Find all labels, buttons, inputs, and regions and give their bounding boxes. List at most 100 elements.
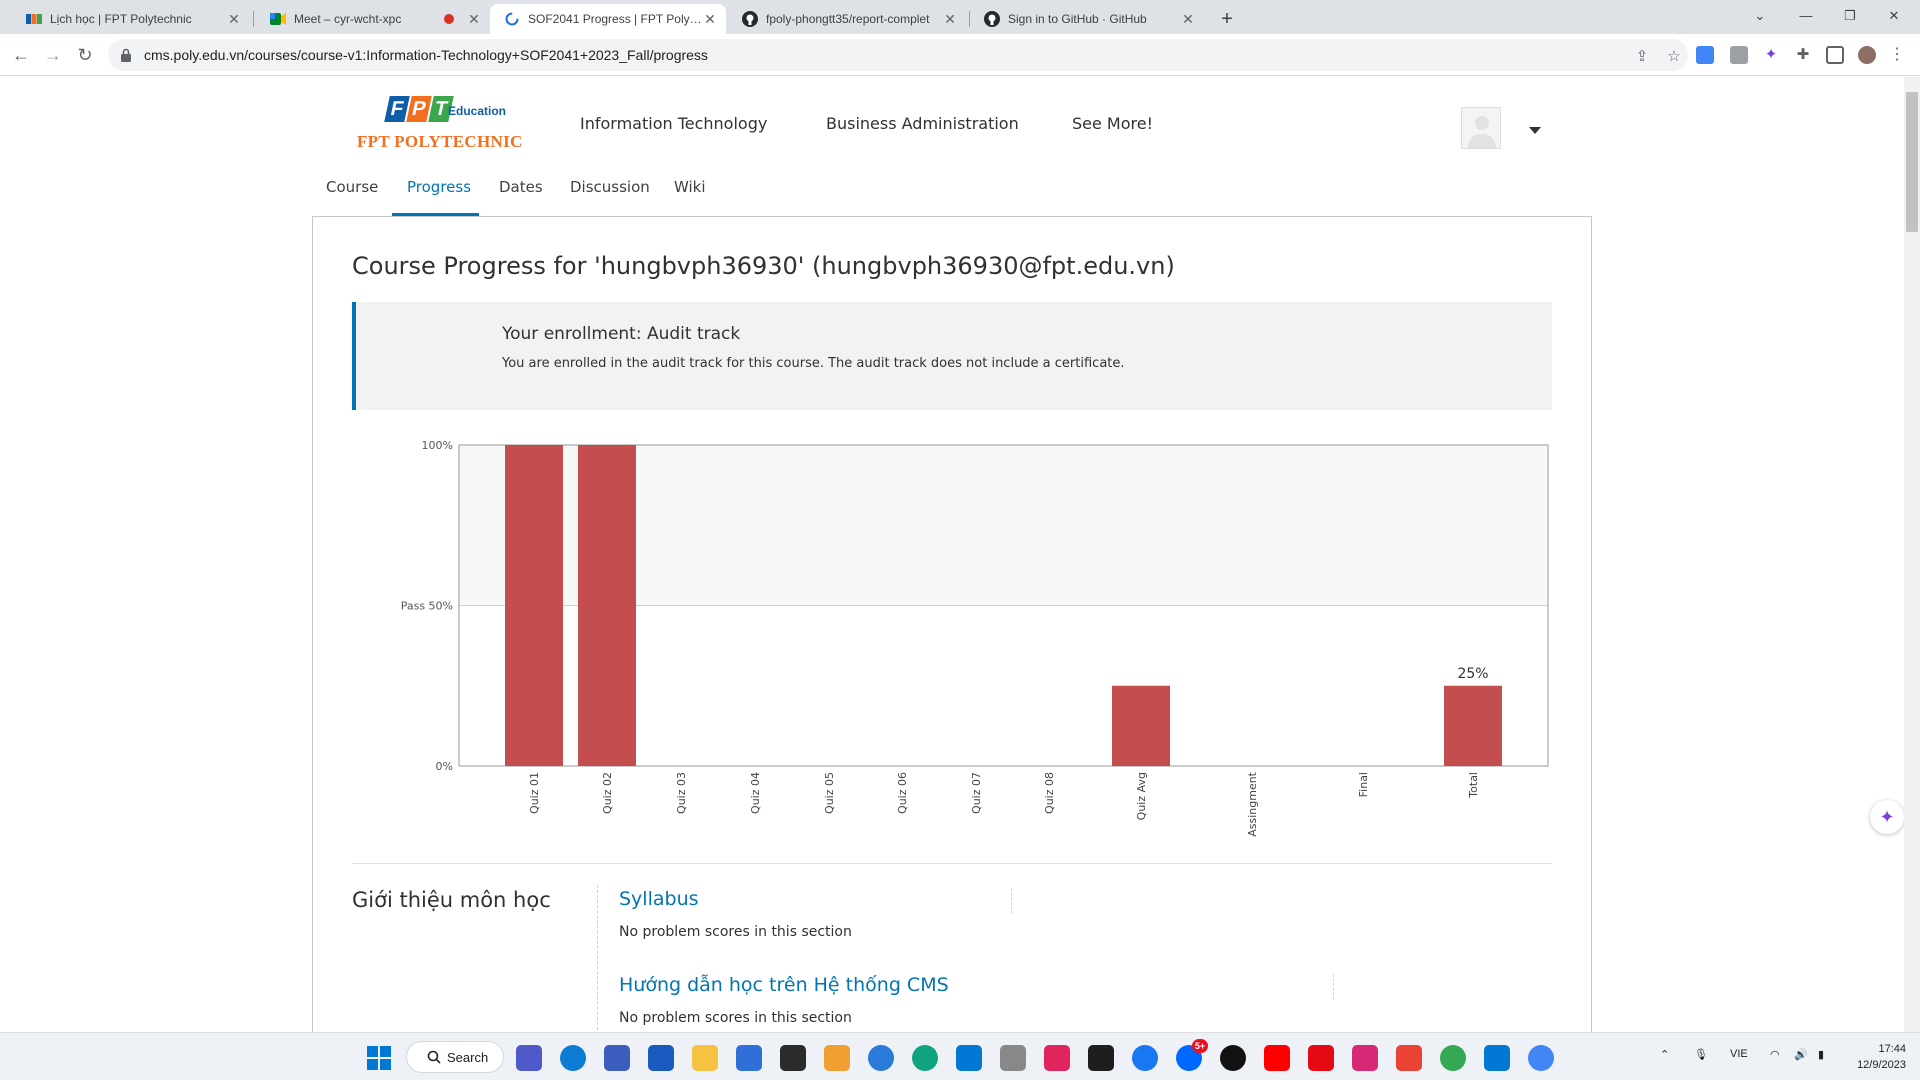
- chrome-icon[interactable]: [1528, 1045, 1554, 1071]
- ai-assistant-sparkle-icon[interactable]: ✦: [1870, 800, 1904, 834]
- fpt-polytechnic-logo[interactable]: F P T Education FPT POLYTECHNIC: [355, 92, 530, 156]
- clock-time: 17:44: [1878, 1043, 1906, 1055]
- screen-icon[interactable]: [1484, 1045, 1510, 1071]
- close-tab-icon[interactable]: ✕: [466, 11, 482, 28]
- github-icon: [742, 11, 758, 27]
- vscode-icon[interactable]: [956, 1045, 982, 1071]
- tab-title: Sign in to GitHub · GitHub: [1008, 12, 1147, 26]
- y-tick-label: 100%: [422, 439, 453, 452]
- puzzle-extensions-icon[interactable]: ✚: [1794, 46, 1812, 64]
- clock-date: 12/9/2023: [1857, 1059, 1906, 1071]
- tab-discussion[interactable]: Discussion: [570, 178, 650, 196]
- youtube-icon[interactable]: [1264, 1045, 1290, 1071]
- side-panel-icon[interactable]: [1826, 46, 1844, 64]
- lock-icon[interactable]: [120, 48, 134, 62]
- section-separator: [597, 885, 598, 1035]
- browser-tab[interactable]: Lịch học | FPT Polytechnic ✕: [12, 4, 250, 34]
- star-app-icon[interactable]: [1044, 1045, 1070, 1071]
- wifi-icon[interactable]: ◠: [1770, 1048, 1780, 1061]
- input-language[interactable]: VIE: [1730, 1048, 1748, 1060]
- logo-education-text: Education: [448, 104, 507, 118]
- user-avatar[interactable]: [1461, 107, 1501, 149]
- nav-business-administration[interactable]: Business Administration: [826, 114, 1019, 133]
- user-menu-caret-icon[interactable]: [1529, 127, 1541, 134]
- nav-information-technology[interactable]: Information Technology: [580, 114, 767, 133]
- loading-spinner-icon: [504, 11, 520, 27]
- reload-icon[interactable]: ↻: [72, 42, 98, 68]
- scrollbar-thumb[interactable]: [1906, 92, 1918, 232]
- microphone-icon[interactable]: 🎙: [1694, 1048, 1708, 1061]
- bar: [1444, 685, 1502, 766]
- close-tab-icon[interactable]: ✕: [226, 11, 242, 28]
- photos-icon[interactable]: [824, 1045, 850, 1071]
- tab-course[interactable]: Course: [326, 178, 378, 196]
- close-tab-icon[interactable]: ✕: [1180, 11, 1196, 28]
- subsection-note: No problem scores in this section: [619, 1010, 852, 1026]
- ai-sparkle-extension-icon[interactable]: ✦: [1762, 46, 1780, 64]
- subsection-link-cms-guide[interactable]: Hướng dẫn học trên Hệ thống CMS: [619, 974, 949, 996]
- enrollment-notice: Your enrollment: Audit track You are enr…: [352, 302, 1552, 410]
- tiktok-icon[interactable]: [1220, 1045, 1246, 1071]
- minimize-icon[interactable]: —: [1786, 4, 1826, 28]
- chrome-profile-icon[interactable]: [1440, 1045, 1466, 1071]
- battery-icon[interactable]: ▮: [1818, 1048, 1824, 1061]
- figma-icon[interactable]: [1088, 1045, 1114, 1071]
- translate-extension-icon[interactable]: [1696, 46, 1714, 64]
- file-explorer-icon[interactable]: [692, 1045, 718, 1071]
- close-tab-icon[interactable]: ✕: [702, 11, 718, 28]
- nav-see-more[interactable]: See More!: [1072, 114, 1153, 133]
- subsection-link-syllabus[interactable]: Syllabus: [619, 888, 699, 910]
- browser-tab[interactable]: Sign in to GitHub · GitHub ✕: [970, 4, 1204, 34]
- share-icon[interactable]: ⇪: [1632, 46, 1652, 66]
- forward-icon[interactable]: →: [40, 42, 66, 68]
- zalo-icon[interactable]: 5+: [1176, 1039, 1208, 1071]
- data-label: 25%: [1457, 666, 1488, 682]
- chatgpt-icon[interactable]: [912, 1045, 938, 1071]
- edge-icon[interactable]: [560, 1045, 586, 1071]
- x-tick-label: Assingment: [1246, 771, 1259, 836]
- profile-avatar-icon[interactable]: [1858, 46, 1876, 64]
- close-tab-icon[interactable]: ✕: [942, 11, 958, 28]
- tab-title: Meet – cyr-wcht-xpc: [294, 12, 402, 26]
- close-window-icon[interactable]: ✕: [1874, 4, 1914, 28]
- tab-wiki[interactable]: Wiki: [674, 178, 706, 196]
- restore-icon[interactable]: ❐: [1830, 4, 1870, 28]
- gmail-icon[interactable]: [1396, 1045, 1422, 1071]
- back-icon[interactable]: ←: [8, 42, 34, 68]
- section-divider: [352, 863, 1552, 864]
- taskbar-clock[interactable]: 17:44 12/9/2023: [1836, 1041, 1906, 1073]
- windows-taskbar: Search ⌃ 🎙 VIE ◠ 🔊 ▮ 17:44 12/9/2023 5+: [0, 1032, 1920, 1080]
- teams-icon[interactable]: [516, 1045, 542, 1071]
- tab-progress[interactable]: Progress: [407, 178, 471, 196]
- tab-dates[interactable]: Dates: [499, 178, 543, 196]
- windows-start-icon[interactable]: [366, 1045, 392, 1071]
- instagram-icon[interactable]: [1352, 1045, 1378, 1071]
- store-icon[interactable]: [736, 1045, 762, 1071]
- unity-icon[interactable]: [780, 1045, 806, 1071]
- facebook-icon[interactable]: [1132, 1045, 1158, 1071]
- volume-icon[interactable]: 🔊: [1794, 1048, 1808, 1061]
- notification-badge: 5+: [1192, 1039, 1208, 1053]
- copilot-icon[interactable]: [868, 1045, 894, 1071]
- search-label: Search: [447, 1049, 489, 1065]
- browser-tab-active[interactable]: SOF2041 Progress | FPT Polytech ✕: [490, 4, 726, 34]
- taskbar-search[interactable]: Search: [406, 1041, 504, 1073]
- extension-icon[interactable]: [1730, 46, 1748, 64]
- x-tick-label: Quiz 08: [1043, 772, 1056, 814]
- netflix-icon[interactable]: [1308, 1045, 1334, 1071]
- tab-search-icon[interactable]: ⌄: [1740, 4, 1780, 28]
- word-icon[interactable]: [648, 1045, 674, 1071]
- show-hidden-icons-icon[interactable]: ⌃: [1660, 1048, 1669, 1061]
- bookmark-star-icon[interactable]: ☆: [1664, 46, 1684, 66]
- browser-tab[interactable]: fpoly-phongtt35/report-complet ✕: [728, 4, 966, 34]
- vscode-alt-icon[interactable]: [604, 1045, 630, 1071]
- fpt-favicon-icon: [26, 11, 42, 27]
- new-tab-button[interactable]: +: [1214, 6, 1240, 32]
- address-bar[interactable]: cms.poly.edu.vn/courses/course-v1:Inform…: [108, 39, 1688, 71]
- x-tick-label: Quiz 05: [823, 772, 836, 814]
- x-tick-label: Quiz 04: [749, 772, 762, 814]
- apple-icon[interactable]: [1000, 1045, 1026, 1071]
- menu-kebab-icon[interactable]: ⋮: [1888, 46, 1906, 64]
- browser-tab[interactable]: Meet – cyr-wcht-xpc ✕: [256, 4, 490, 34]
- x-tick-label: Total: [1467, 772, 1480, 799]
